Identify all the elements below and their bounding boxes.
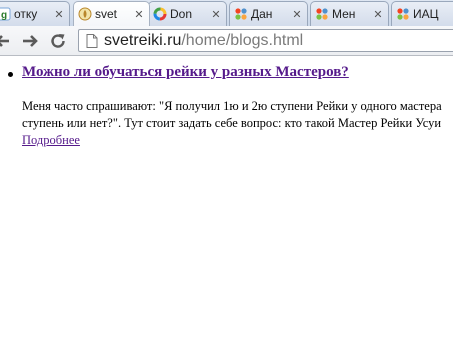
reload-button[interactable] [48, 31, 68, 51]
svetreiki-icon [78, 7, 92, 21]
tab-title: Мен [332, 7, 356, 21]
tab-donut[interactable]: Don ✕ [148, 1, 227, 26]
address-bar[interactable]: svetreiki.ru/home/blogs.html [78, 29, 453, 52]
close-icon[interactable]: ✕ [372, 8, 384, 21]
google-icon: g [0, 7, 11, 21]
tab-title: svet [95, 7, 118, 21]
forward-arrow-icon [23, 35, 38, 47]
read-more-link[interactable]: Подробнее [22, 132, 80, 149]
list-bullet [8, 72, 13, 77]
post-text-line: Меня часто спрашивают: "Я получил 1ю и 2… [22, 99, 442, 113]
tab-svetreiki[interactable]: svet ✕ [73, 1, 150, 26]
url-host: svetreiki.ru [104, 31, 182, 49]
tab-joomla-3[interactable]: ИАЦ [391, 1, 453, 26]
browser-toolbar: svetreiki.ru/home/blogs.html [0, 26, 453, 56]
svg-text:g: g [1, 10, 7, 21]
tab-title: отку [14, 7, 38, 21]
post-title-link[interactable]: Можно ли обучаться рейки у разных Мастер… [22, 64, 349, 81]
back-arrow-icon [0, 35, 9, 47]
close-icon[interactable]: ✕ [210, 8, 222, 21]
joomla-icon [234, 7, 248, 21]
tab-title: Дан [251, 7, 273, 21]
joomla-icon [396, 7, 410, 21]
back-button[interactable] [0, 31, 12, 51]
forward-button[interactable] [20, 31, 40, 51]
post-intro-text: Меня часто спрашивают: "Я получил 1ю и 2… [22, 98, 453, 132]
close-icon[interactable]: ✕ [291, 8, 303, 21]
tab-title: ИАЦ [413, 7, 439, 21]
page-content: Можно ли обучаться рейки у разных Мастер… [0, 57, 453, 357]
tab-title: Don [170, 7, 193, 21]
close-icon[interactable]: ✕ [53, 8, 65, 21]
post-text-line: ступень или нет?". Тут стоит задать себе… [22, 116, 442, 130]
tab-google[interactable]: g отку ✕ [0, 1, 70, 26]
tab-joomla-1[interactable]: Дан ✕ [229, 1, 308, 26]
joomla-icon [315, 7, 329, 21]
donut-icon [153, 7, 167, 21]
page-icon [86, 33, 98, 48]
tab-joomla-2[interactable]: Мен ✕ [310, 1, 389, 26]
url-path: /home/blogs.html [181, 31, 304, 49]
close-icon[interactable]: ✕ [133, 8, 145, 21]
tab-strip: g отку ✕ svet ✕ Don ✕ Дан ✕ Мен ✕ ИАЦ [0, 0, 453, 26]
reload-icon [51, 34, 65, 48]
